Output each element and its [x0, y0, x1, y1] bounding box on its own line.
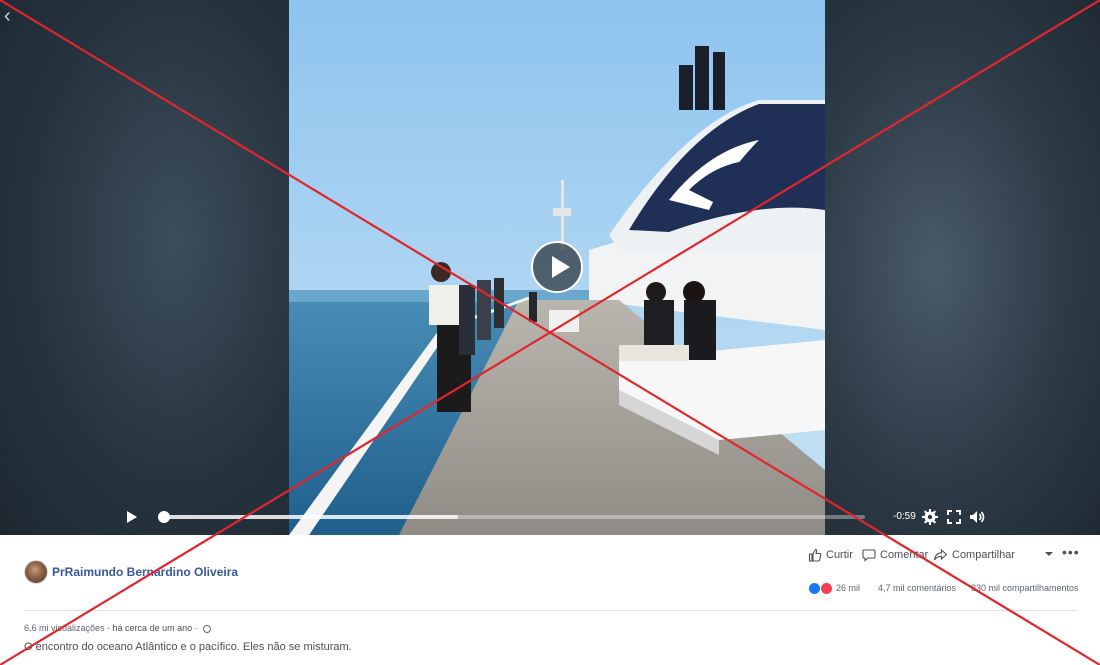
video-backdrop-right [825, 0, 1100, 535]
back-arrow-icon[interactable]: ‹ [4, 6, 18, 26]
comment-button[interactable]: Comentar [862, 548, 928, 562]
globe-icon [203, 624, 212, 633]
play-button-large[interactable] [531, 241, 583, 293]
comment-icon [862, 549, 876, 562]
share-label: Compartilhar [952, 549, 1015, 561]
fullscreen-icon[interactable] [945, 508, 963, 526]
divider [24, 610, 1077, 611]
meta-separator-2: · [192, 623, 201, 633]
video-controls: -0:59 [0, 505, 1100, 531]
share-button[interactable]: Compartilhar [933, 548, 1015, 562]
comment-label: Comentar [880, 549, 929, 561]
meta-separator: · [104, 623, 113, 633]
video-player[interactable]: ‹ -0:59 [0, 0, 1100, 535]
author-name[interactable]: PrRaimundo Bernardino Oliveira [52, 565, 238, 579]
progress-track[interactable] [158, 511, 865, 523]
time-remaining: -0:59 [893, 511, 916, 522]
volume-icon[interactable] [968, 508, 986, 526]
post-meta: 6,6 mi visualizações · há cerca de um an… [24, 623, 212, 633]
reaction-count[interactable]: 26 mil [836, 583, 860, 593]
post-caption: O encontro do oceano Atlântico e o pacíf… [24, 641, 352, 653]
view-count: 6,6 mi visualizações [24, 623, 105, 633]
love-reaction-icon [820, 582, 833, 595]
post-info: PrRaimundo Bernardino Oliveira Curtir Co… [0, 535, 1100, 665]
caret-down-icon[interactable] [1045, 552, 1053, 556]
play-icon[interactable] [127, 511, 137, 523]
gear-icon[interactable] [921, 508, 939, 526]
comment-count[interactable]: 4,7 mil comentários [878, 583, 956, 593]
post-time[interactable]: há cerca de um ano [113, 623, 193, 633]
share-count[interactable]: 330 mil compartilhamentos [971, 583, 1079, 593]
thumbs-up-icon [808, 548, 822, 562]
like-button[interactable]: Curtir [808, 548, 853, 562]
like-label: Curtir [826, 549, 853, 561]
share-icon [933, 548, 948, 561]
avatar[interactable] [24, 560, 48, 584]
progress-knob[interactable] [158, 511, 170, 523]
more-options-icon[interactable]: ••• [1062, 544, 1080, 560]
progress-buffered [163, 515, 458, 519]
video-backdrop-left [0, 0, 289, 535]
